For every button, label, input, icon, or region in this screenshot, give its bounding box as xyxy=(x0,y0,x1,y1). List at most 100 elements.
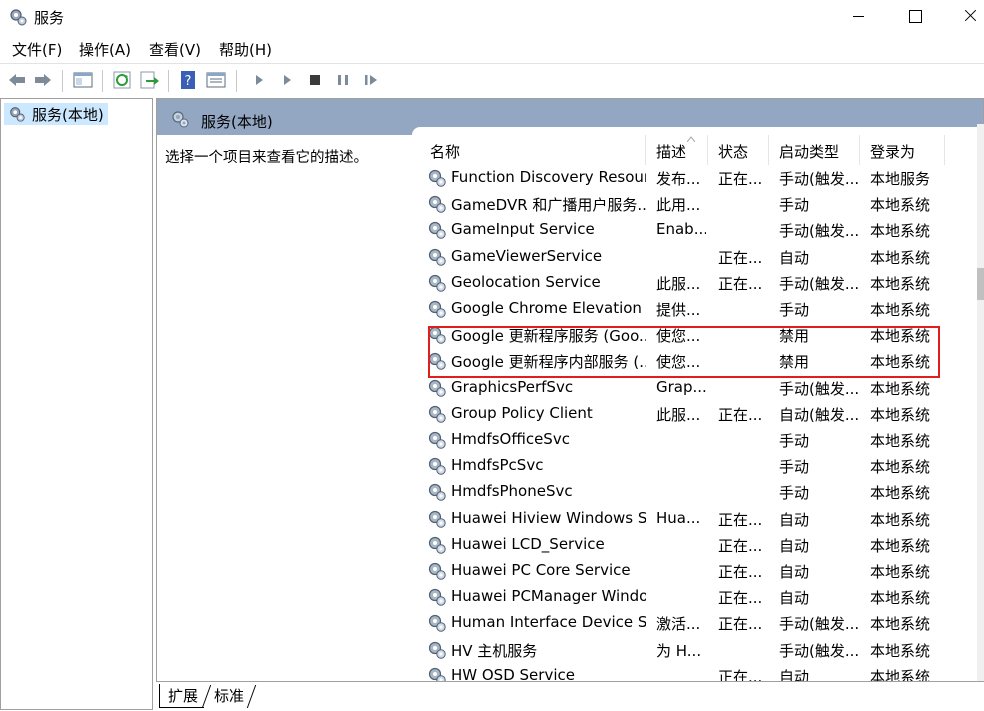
column-header-description[interactable]: 描述 xyxy=(646,135,708,165)
service-logon-as: 本地系统 xyxy=(870,536,931,555)
table-row[interactable]: GameViewerService 正在... 自动 本地系统 xyxy=(420,244,983,270)
service-status: 正在... xyxy=(718,615,763,634)
service-status: 正在... xyxy=(718,274,763,293)
table-row[interactable]: Huawei PC Core Service 正在... 自动 本地系统 xyxy=(420,558,983,584)
help-icon[interactable]: ? xyxy=(177,69,199,91)
service-name: GameDVR 和广播用户服务... xyxy=(451,196,646,215)
service-description: 此服... xyxy=(656,274,701,293)
export-list-icon[interactable] xyxy=(138,69,160,91)
column-header-status[interactable]: 状态 xyxy=(708,135,769,165)
service-name: Huawei LCD_Service xyxy=(451,534,605,553)
service-description: 激活... xyxy=(656,615,701,634)
table-row[interactable]: Huawei Hiview Windows S... Hua... 正在... 自动 本… xyxy=(420,506,983,532)
table-row[interactable]: GraphicsPerfSvc Grap... 手动(触发... 本地系统 xyxy=(420,375,983,401)
service-description: Grap... xyxy=(656,377,706,396)
forward-icon[interactable] xyxy=(32,69,54,91)
column-header-label: 名称 xyxy=(430,143,461,161)
service-logon-as: 本地系统 xyxy=(870,667,931,682)
service-description: 发布... xyxy=(656,170,701,188)
window-title: 服务 xyxy=(34,9,65,27)
menu-action[interactable]: 操作(A) xyxy=(79,39,131,60)
toolbar-separator xyxy=(102,70,103,92)
close-button[interactable] xyxy=(948,0,984,32)
start-service-alt-icon[interactable] xyxy=(276,69,298,91)
tab-standard[interactable]: 标准 xyxy=(206,684,250,708)
service-gear-icon xyxy=(427,640,447,660)
service-startup-type: 自动 xyxy=(779,667,810,682)
service-gear-icon xyxy=(427,587,447,607)
scroll-thumb[interactable] xyxy=(977,268,984,300)
service-logon-as: 本地系统 xyxy=(870,196,931,215)
table-row[interactable]: HmdfsOfficeSvc 手动 本地系统 xyxy=(420,427,983,453)
table-row[interactable]: Google Chrome Elevation ... 提供... 手动 本地系统 xyxy=(420,296,983,322)
column-header-logon-as[interactable]: 登录为 xyxy=(860,135,945,165)
table-row[interactable]: Function Discovery Resour... 发布... 正在... 手动… xyxy=(420,165,983,191)
stop-service-icon[interactable] xyxy=(304,69,326,91)
service-gear-icon xyxy=(427,430,447,450)
menu-bar: 文件(F) 操作(A) 查看(V) 帮助(H) xyxy=(0,36,984,62)
vertical-scrollbar[interactable] xyxy=(977,124,984,681)
service-startup-type: 手动(触发... xyxy=(779,379,860,398)
console-tree-icon[interactable] xyxy=(72,69,94,91)
table-row[interactable]: Human Interface Device S... 激活... 正在... 手动(… xyxy=(420,610,983,636)
minimize-button[interactable] xyxy=(832,0,878,32)
pane-title: 服务(本地) xyxy=(201,113,273,131)
table-row[interactable]: HmdfsPhoneSvc 手动 本地系统 xyxy=(420,479,983,505)
service-gear-icon xyxy=(427,194,447,214)
menu-help[interactable]: 帮助(H) xyxy=(219,39,272,60)
table-row[interactable]: HW OSD Service 正在... 自动 本地系统 xyxy=(420,663,983,682)
table-row[interactable]: Google 更新程序内部服务 (... 使您... 禁用 本地系统 xyxy=(420,348,983,374)
tab-label: 标准 xyxy=(214,687,245,705)
table-row[interactable]: Group Policy Client 此服... 正在... 自动(触发... 本地系… xyxy=(420,401,983,427)
service-startup-type: 自动 xyxy=(779,589,810,608)
column-header-startup-type[interactable]: 启动类型 xyxy=(769,135,860,165)
table-row[interactable]: GameDVR 和广播用户服务... 此用... 手动 本地系统 xyxy=(420,191,983,217)
services-gear-icon xyxy=(10,9,27,26)
service-name: Google 更新程序内部服务 (... xyxy=(451,353,646,372)
service-logon-as: 本地系统 xyxy=(870,563,931,581)
service-status: 正在... xyxy=(718,170,763,188)
service-name: Function Discovery Resour... xyxy=(451,168,646,186)
resume-service-icon[interactable] xyxy=(360,69,382,91)
service-name: HmdfsPcSvc xyxy=(451,456,544,475)
table-row[interactable]: Geolocation Service 此服... 正在... 手动(触发... 本地系… xyxy=(420,270,983,296)
table-row[interactable]: Huawei LCD_Service 正在... 自动 本地系统 xyxy=(420,532,983,558)
service-gear-icon xyxy=(427,273,447,293)
menu-file[interactable]: 文件(F) xyxy=(12,39,62,60)
table-row[interactable]: HmdfsPcSvc 手动 本地系统 xyxy=(420,453,983,479)
tree-item-services-local[interactable]: 服务(本地) xyxy=(4,103,108,125)
back-icon[interactable] xyxy=(6,69,28,91)
service-gear-icon xyxy=(427,168,447,188)
service-gear-icon xyxy=(427,404,447,424)
table-row[interactable]: GameInput Service Enab... 手动(触发... 本地系统 xyxy=(420,217,983,243)
maximize-button[interactable] xyxy=(892,0,938,32)
table-row[interactable]: Google 更新程序服务 (Goo... 使您... 禁用 本地系统 xyxy=(420,322,983,348)
properties-icon[interactable] xyxy=(205,69,227,91)
service-logon-as: 本地系统 xyxy=(870,432,931,450)
column-header-name[interactable]: 名称 xyxy=(420,135,646,165)
services-list: 名称 描述 状态 启动类型 登录为 Function Discovery Res… xyxy=(420,135,983,682)
title-bar: 服务 xyxy=(0,0,984,34)
service-name: Group Policy Client xyxy=(451,403,593,422)
service-description: 使您... xyxy=(656,353,701,372)
service-name: HmdfsPhoneSvc xyxy=(451,482,573,501)
service-name: Google Chrome Elevation ... xyxy=(451,299,646,317)
refresh-icon[interactable] xyxy=(111,69,133,91)
table-row[interactable]: Huawei PCManager Windo... 正在... 自动 本地系统 xyxy=(420,584,983,610)
column-header-label: 描述 xyxy=(656,143,687,161)
service-logon-as: 本地系统 xyxy=(870,353,931,372)
start-service-icon[interactable] xyxy=(248,69,270,91)
service-logon-as: 本地系统 xyxy=(870,301,931,319)
service-gear-icon xyxy=(427,561,447,581)
service-description: Enab... xyxy=(656,220,706,239)
pause-service-icon[interactable] xyxy=(332,69,354,91)
service-logon-as: 本地系统 xyxy=(870,405,931,424)
menu-view[interactable]: 查看(V) xyxy=(149,39,201,60)
table-row[interactable]: HV 主机服务 为 H... 手动(触发... 本地系统 xyxy=(420,637,983,663)
service-status: 正在... xyxy=(718,405,763,424)
service-status: 正在... xyxy=(718,248,763,267)
service-logon-as: 本地系统 xyxy=(870,615,931,634)
service-startup-type: 自动 xyxy=(779,510,810,529)
tab-extended[interactable]: 扩展 xyxy=(159,684,205,708)
details-pane: 服务(本地) 选择一个项目来查看它的描述。 名称 描述 状态 启动类型 登录为 … xyxy=(156,98,984,682)
